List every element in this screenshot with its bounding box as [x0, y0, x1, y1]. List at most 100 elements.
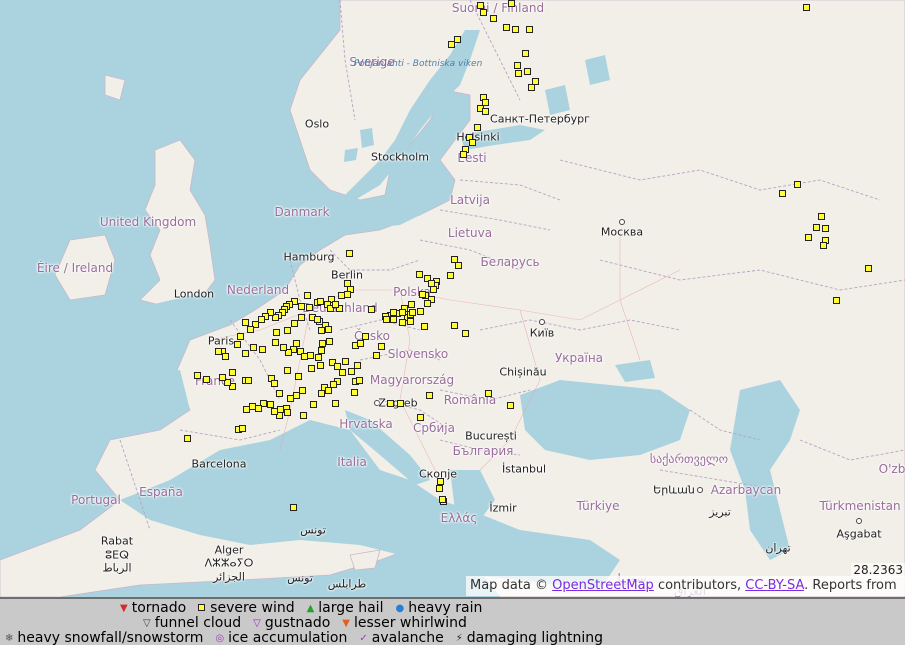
severe-wind-marker[interactable]	[284, 367, 291, 374]
severe-wind-marker[interactable]	[794, 181, 801, 188]
severe-wind-marker[interactable]	[245, 377, 252, 384]
severe-wind-marker[interactable]	[399, 309, 406, 316]
severe-wind-marker[interactable]	[184, 435, 191, 442]
severe-wind-marker[interactable]	[820, 242, 827, 249]
severe-wind-marker[interactable]	[822, 225, 829, 232]
severe-wind-marker[interactable]	[455, 262, 462, 269]
severe-wind-marker[interactable]	[813, 224, 820, 231]
severe-wind-marker[interactable]	[480, 9, 487, 16]
severe-wind-marker[interactable]	[507, 402, 514, 409]
severe-wind-marker[interactable]	[474, 124, 481, 131]
severe-wind-marker[interactable]	[326, 338, 333, 345]
severe-wind-marker[interactable]	[424, 300, 431, 307]
severe-wind-marker[interactable]	[417, 414, 424, 421]
severe-wind-marker[interactable]	[298, 314, 305, 321]
severe-wind-marker[interactable]	[417, 308, 424, 315]
severe-wind-marker[interactable]	[284, 327, 291, 334]
severe-wind-marker[interactable]	[390, 316, 397, 323]
severe-wind-marker[interactable]	[383, 316, 390, 323]
severe-wind-marker[interactable]	[409, 309, 416, 316]
severe-wind-marker[interactable]	[339, 369, 346, 376]
severe-wind-marker[interactable]	[319, 340, 326, 347]
severe-wind-marker[interactable]	[243, 406, 250, 413]
severe-wind-marker[interactable]	[515, 70, 522, 77]
severe-wind-marker[interactable]	[368, 306, 375, 313]
severe-wind-marker[interactable]	[421, 323, 428, 330]
severe-wind-marker[interactable]	[290, 504, 297, 511]
map-view[interactable]: Suomi / Finland Sverige Pohjanlahti - Bott…	[0, 0, 905, 597]
severe-wind-marker[interactable]	[222, 353, 229, 360]
severe-wind-marker[interactable]	[469, 139, 476, 146]
severe-wind-marker[interactable]	[833, 297, 840, 304]
severe-wind-marker[interactable]	[215, 348, 222, 355]
severe-wind-marker[interactable]	[779, 190, 786, 197]
severe-wind-marker[interactable]	[399, 319, 406, 326]
severe-wind-marker[interactable]	[307, 352, 314, 359]
severe-wind-marker[interactable]	[373, 352, 380, 359]
severe-wind-marker[interactable]	[818, 213, 825, 220]
severe-wind-marker[interactable]	[408, 301, 415, 308]
severe-wind-marker[interactable]	[428, 280, 435, 287]
severe-wind-marker[interactable]	[229, 369, 236, 376]
severe-wind-marker[interactable]	[284, 409, 291, 416]
severe-wind-marker[interactable]	[234, 341, 241, 348]
severe-wind-marker[interactable]	[805, 234, 812, 241]
severe-wind-marker[interactable]	[287, 395, 294, 402]
severe-wind-marker[interactable]	[390, 309, 397, 316]
severe-wind-marker[interactable]	[304, 292, 311, 299]
severe-wind-marker[interactable]	[293, 340, 300, 347]
severe-wind-marker[interactable]	[291, 320, 298, 327]
severe-wind-marker[interactable]	[803, 4, 810, 11]
severe-wind-marker[interactable]	[300, 412, 307, 419]
severe-wind-marker[interactable]	[439, 496, 446, 503]
severe-wind-marker[interactable]	[332, 301, 339, 308]
severe-wind-marker[interactable]	[462, 330, 469, 337]
severe-wind-marker[interactable]	[325, 326, 332, 333]
severe-wind-marker[interactable]	[314, 316, 321, 323]
severe-wind-marker[interactable]	[293, 392, 300, 399]
severe-wind-marker[interactable]	[295, 373, 302, 380]
severe-wind-marker[interactable]	[298, 303, 305, 310]
severe-wind-marker[interactable]	[325, 387, 332, 394]
severe-wind-marker[interactable]	[522, 50, 529, 57]
severe-wind-marker[interactable]	[460, 151, 467, 158]
severe-wind-marker[interactable]	[451, 322, 458, 329]
severe-wind-marker[interactable]	[514, 62, 521, 69]
severe-wind-marker[interactable]	[258, 316, 265, 323]
severe-wind-marker[interactable]	[524, 68, 531, 75]
severe-wind-marker[interactable]	[447, 272, 454, 279]
severe-wind-marker[interactable]	[237, 333, 244, 340]
severe-wind-marker[interactable]	[528, 84, 535, 91]
severe-wind-marker[interactable]	[267, 401, 274, 408]
severe-wind-marker[interactable]	[416, 271, 423, 278]
severe-wind-marker[interactable]	[407, 318, 414, 325]
osm-link[interactable]: OpenStreetMap	[552, 578, 654, 593]
severe-wind-marker[interactable]	[387, 400, 394, 407]
severe-wind-marker[interactable]	[356, 377, 363, 384]
severe-wind-marker[interactable]	[397, 400, 404, 407]
severe-wind-marker[interactable]	[490, 15, 497, 22]
severe-wind-marker[interactable]	[344, 291, 351, 298]
severe-wind-marker[interactable]	[430, 286, 437, 293]
severe-wind-marker[interactable]	[299, 387, 306, 394]
severe-wind-marker[interactable]	[255, 405, 262, 412]
severe-wind-marker[interactable]	[219, 374, 226, 381]
severe-wind-marker[interactable]	[342, 358, 349, 365]
severe-wind-marker[interactable]	[301, 353, 308, 360]
severe-wind-marker[interactable]	[503, 24, 510, 31]
severe-wind-marker[interactable]	[306, 304, 313, 311]
severe-wind-marker[interactable]	[437, 478, 444, 485]
severe-wind-marker[interactable]	[508, 0, 515, 7]
severe-wind-marker[interactable]	[332, 400, 339, 407]
severe-wind-marker[interactable]	[239, 425, 246, 432]
severe-wind-marker[interactable]	[436, 485, 443, 492]
severe-wind-marker[interactable]	[477, 2, 484, 9]
severe-wind-marker[interactable]	[273, 329, 280, 336]
severe-wind-marker[interactable]	[242, 350, 249, 357]
severe-wind-marker[interactable]	[280, 344, 287, 351]
severe-wind-marker[interactable]	[272, 339, 279, 346]
severe-wind-marker[interactable]	[249, 403, 256, 410]
severe-wind-marker[interactable]	[194, 372, 201, 379]
severe-wind-marker[interactable]	[308, 365, 315, 372]
severe-wind-marker[interactable]	[242, 319, 249, 326]
